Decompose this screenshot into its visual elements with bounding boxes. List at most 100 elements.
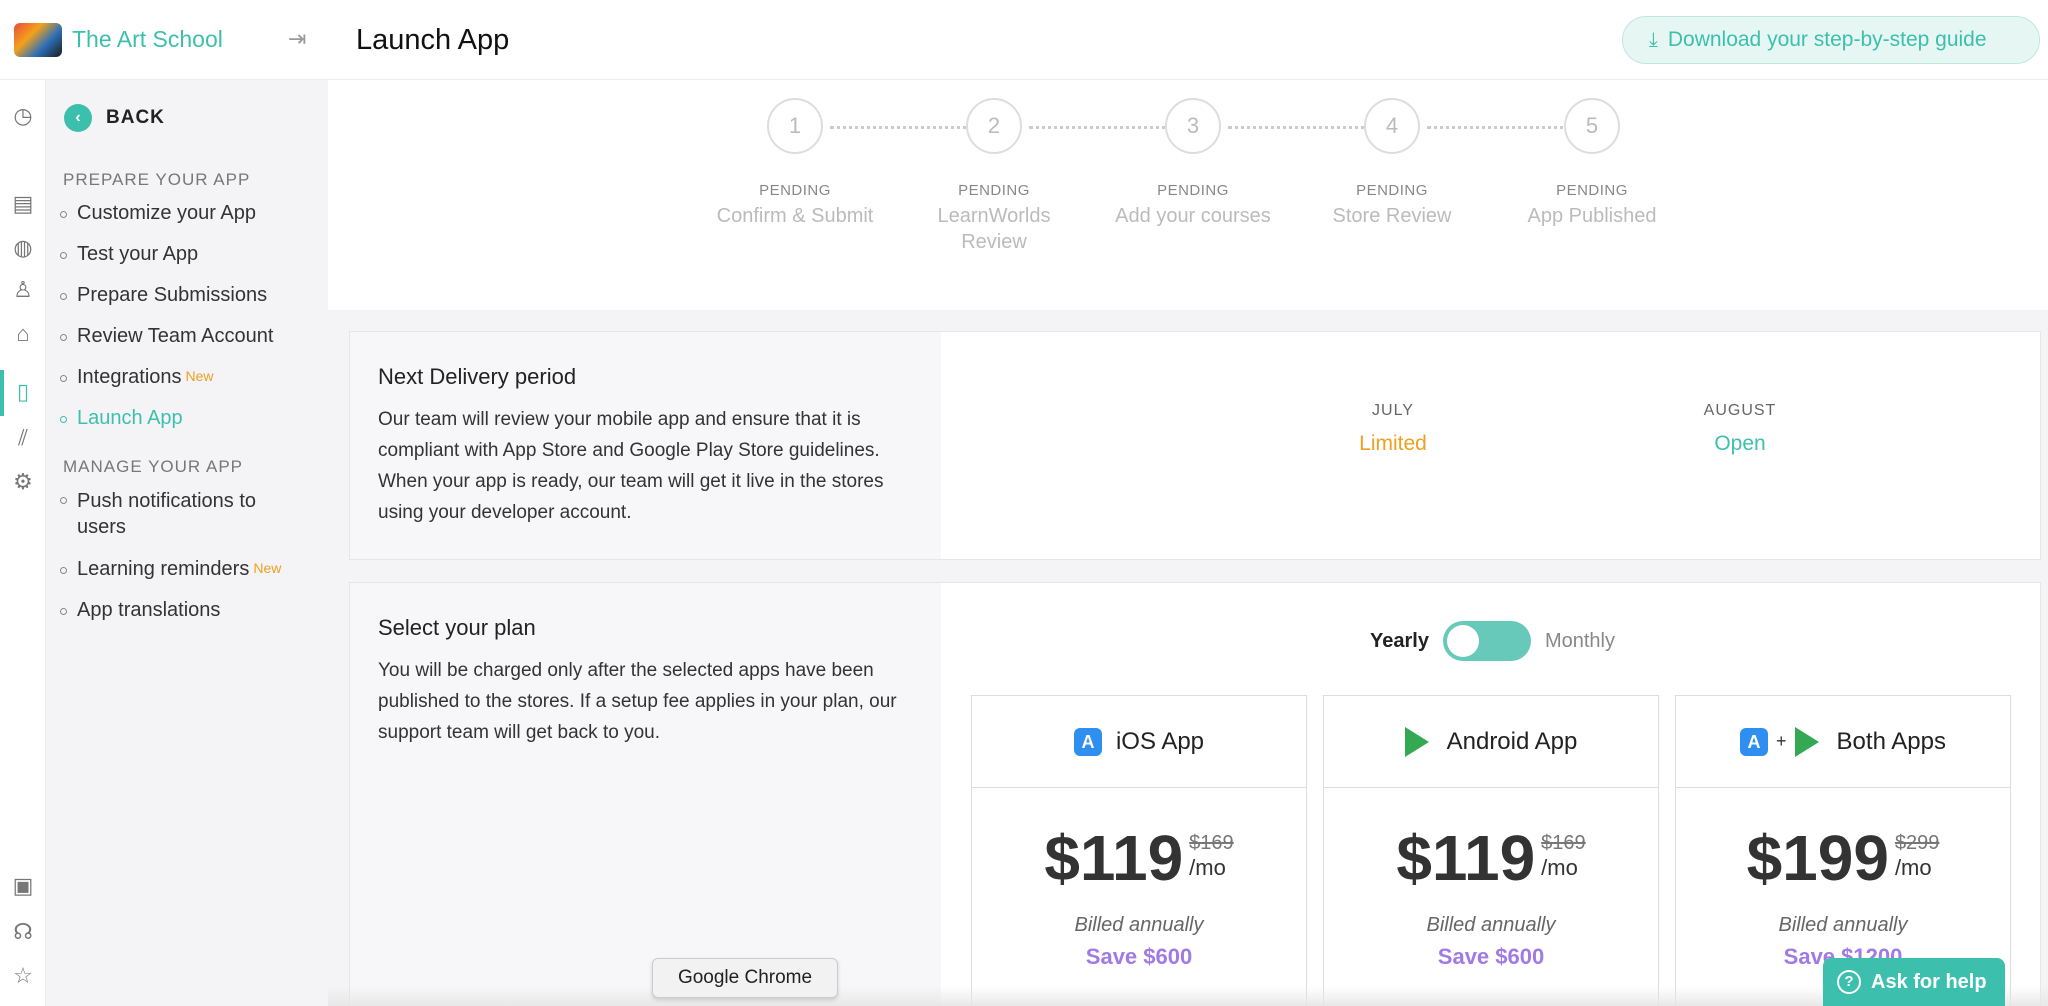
users-icon[interactable]: ♙	[9, 276, 37, 304]
delivery-description: Our team will review your mobile app and…	[378, 409, 884, 523]
price-unit: /mo	[1894, 855, 1932, 880]
plan-header: Android App	[1324, 696, 1658, 788]
nav-review-team-account[interactable]: Review Team Account	[60, 325, 273, 348]
billing-toggle[interactable]	[1442, 621, 1531, 661]
old-price: $169	[1541, 832, 1586, 854]
school-logo[interactable]	[14, 22, 62, 57]
nav-test-app[interactable]: Test your App	[60, 243, 198, 266]
app-store-icon: A	[1740, 727, 1769, 756]
clipboard-icon[interactable]: ▣	[9, 872, 37, 900]
nav-label: Learning reminders	[77, 558, 250, 580]
delivery-info: Next Delivery period Our team will revie…	[350, 332, 941, 559]
plan-ios[interactable]: A iOS App $119 $169 /mo Billed annually …	[971, 695, 1307, 1006]
nav-app-translations[interactable]: App translations	[60, 599, 220, 622]
nav-label: Launch App	[77, 407, 183, 429]
bullet-icon	[60, 211, 67, 218]
new-badge: New	[185, 368, 214, 384]
step-status: PENDING	[1556, 182, 1628, 199]
download-icon: ⤓	[1649, 28, 1658, 51]
month-august: AUGUST Open	[1640, 402, 1840, 456]
nav-label: Push notifications to users	[77, 490, 256, 538]
back-label: BACK	[106, 107, 165, 128]
step-status: PENDING	[1157, 182, 1229, 199]
step-label: Add your courses	[1115, 205, 1271, 227]
app-subnav: ‹ BACK PREPARE YOUR APP Customize your A…	[46, 80, 328, 1006]
user-star-icon[interactable]: ☆	[9, 962, 37, 990]
headset-icon[interactable]: ☊	[9, 918, 37, 946]
back-button[interactable]: ‹ BACK	[64, 104, 165, 132]
mobile-app-icon[interactable]: ▯	[9, 378, 37, 406]
billing-note: Billed annually	[1426, 914, 1556, 936]
plan-name: Both Apps	[1836, 727, 1946, 755]
step-status: PENDING	[759, 182, 831, 199]
school-name[interactable]: The Art School	[72, 26, 223, 53]
step-label: LearnWorlds Review	[937, 205, 1051, 253]
bullet-icon	[60, 252, 67, 259]
step-label: App Published	[1527, 205, 1657, 227]
question-icon: ?	[1837, 970, 1861, 994]
plus-sign: +	[1776, 731, 1787, 751]
chrome-tooltip: Google Chrome	[652, 958, 838, 998]
month-name: AUGUST	[1703, 402, 1777, 419]
manage-section-title: MANAGE YOUR APP	[63, 457, 244, 476]
bullet-icon	[60, 416, 67, 423]
tag-icon[interactable]: ⌂	[9, 320, 37, 348]
step-4: 4 PENDING Store Review	[1292, 98, 1492, 229]
monthly-label[interactable]: Monthly	[1545, 630, 1615, 653]
settings-icon[interactable]: ⚙	[9, 468, 37, 496]
nav-push-notifications[interactable]: Push notifications to users	[60, 488, 287, 540]
plan-description: You will be charged only after the selec…	[378, 660, 897, 743]
download-guide-button[interactable]: ⤓ Download your step-by-step guide	[1622, 16, 2040, 64]
bullet-icon	[60, 293, 67, 300]
step-status: PENDING	[958, 182, 1030, 199]
step-5: 5 PENDING App Published	[1492, 98, 1692, 229]
bullet-icon	[60, 334, 67, 341]
page-title: Launch App	[356, 24, 510, 56]
ask-for-help-button[interactable]: ? Ask for help	[1823, 958, 2005, 1006]
logout-icon[interactable]: ⇥	[288, 28, 314, 50]
plan-header: A + Both Apps	[1676, 696, 2010, 788]
month-availability: Open	[1714, 432, 1766, 455]
plan-info: Select your plan You will be charged onl…	[350, 583, 941, 1006]
bottom-fade	[328, 986, 2048, 1006]
nav-customize-app[interactable]: Customize your App	[60, 202, 256, 225]
page-header: Launch App ⤓ Download your step-by-step …	[328, 0, 2048, 80]
nav-learning-reminders[interactable]: Learning reminders New	[60, 558, 281, 581]
plan-android[interactable]: Android App $119 $169 /mo Billed annuall…	[1323, 695, 1659, 1006]
nav-prepare-submissions[interactable]: Prepare Submissions	[60, 284, 267, 307]
nav-launch-app[interactable]: Launch App	[60, 407, 183, 430]
analytics-icon[interactable]: ⫽	[9, 424, 37, 452]
plan-header: A iOS App	[972, 696, 1306, 788]
new-badge: New	[253, 560, 282, 576]
step-status: PENDING	[1356, 182, 1428, 199]
toggle-knob	[1446, 625, 1479, 657]
price-unit: /mo	[1189, 855, 1226, 880]
nav-integrations[interactable]: Integrations New	[60, 366, 214, 389]
plan-title: Select your plan	[378, 615, 536, 640]
chevron-left-icon: ‹	[64, 104, 92, 132]
bullet-icon	[60, 608, 67, 615]
step-label: Store Review	[1332, 205, 1452, 227]
price-amount: $119	[1396, 822, 1536, 894]
yearly-label[interactable]: Yearly	[1370, 630, 1429, 653]
pages-icon[interactable]: ▤	[9, 190, 37, 218]
help-label: Ask for help	[1871, 970, 1987, 993]
plan-name: iOS App	[1115, 727, 1205, 755]
nav-label: Review Team Account	[77, 325, 274, 347]
billing-toggle-row: Yearly Monthly	[1370, 621, 1615, 661]
billing-note: Billed annually	[1778, 914, 1908, 936]
plan-price: $199 $299 /mo	[1676, 824, 2010, 892]
globe-icon[interactable]: ◍	[9, 234, 37, 262]
delivery-title: Next Delivery period	[378, 364, 577, 389]
google-play-icon	[1404, 726, 1429, 757]
google-play-icon	[1794, 726, 1819, 757]
dashboard-icon[interactable]: ◷	[9, 102, 37, 130]
month-name: JULY	[1372, 402, 1414, 419]
step-number: 4	[1364, 98, 1420, 154]
download-guide-label: Download your step-by-step guide	[1667, 28, 1987, 51]
plan-price: $119 $169 /mo	[1324, 824, 1658, 892]
month-availability: Limited	[1359, 432, 1427, 455]
step-number: 1	[767, 98, 823, 154]
launch-stepper: 1 PENDING Confirm & Submit 2 PENDING Lea…	[328, 80, 2048, 310]
step-number: 5	[1564, 98, 1620, 154]
